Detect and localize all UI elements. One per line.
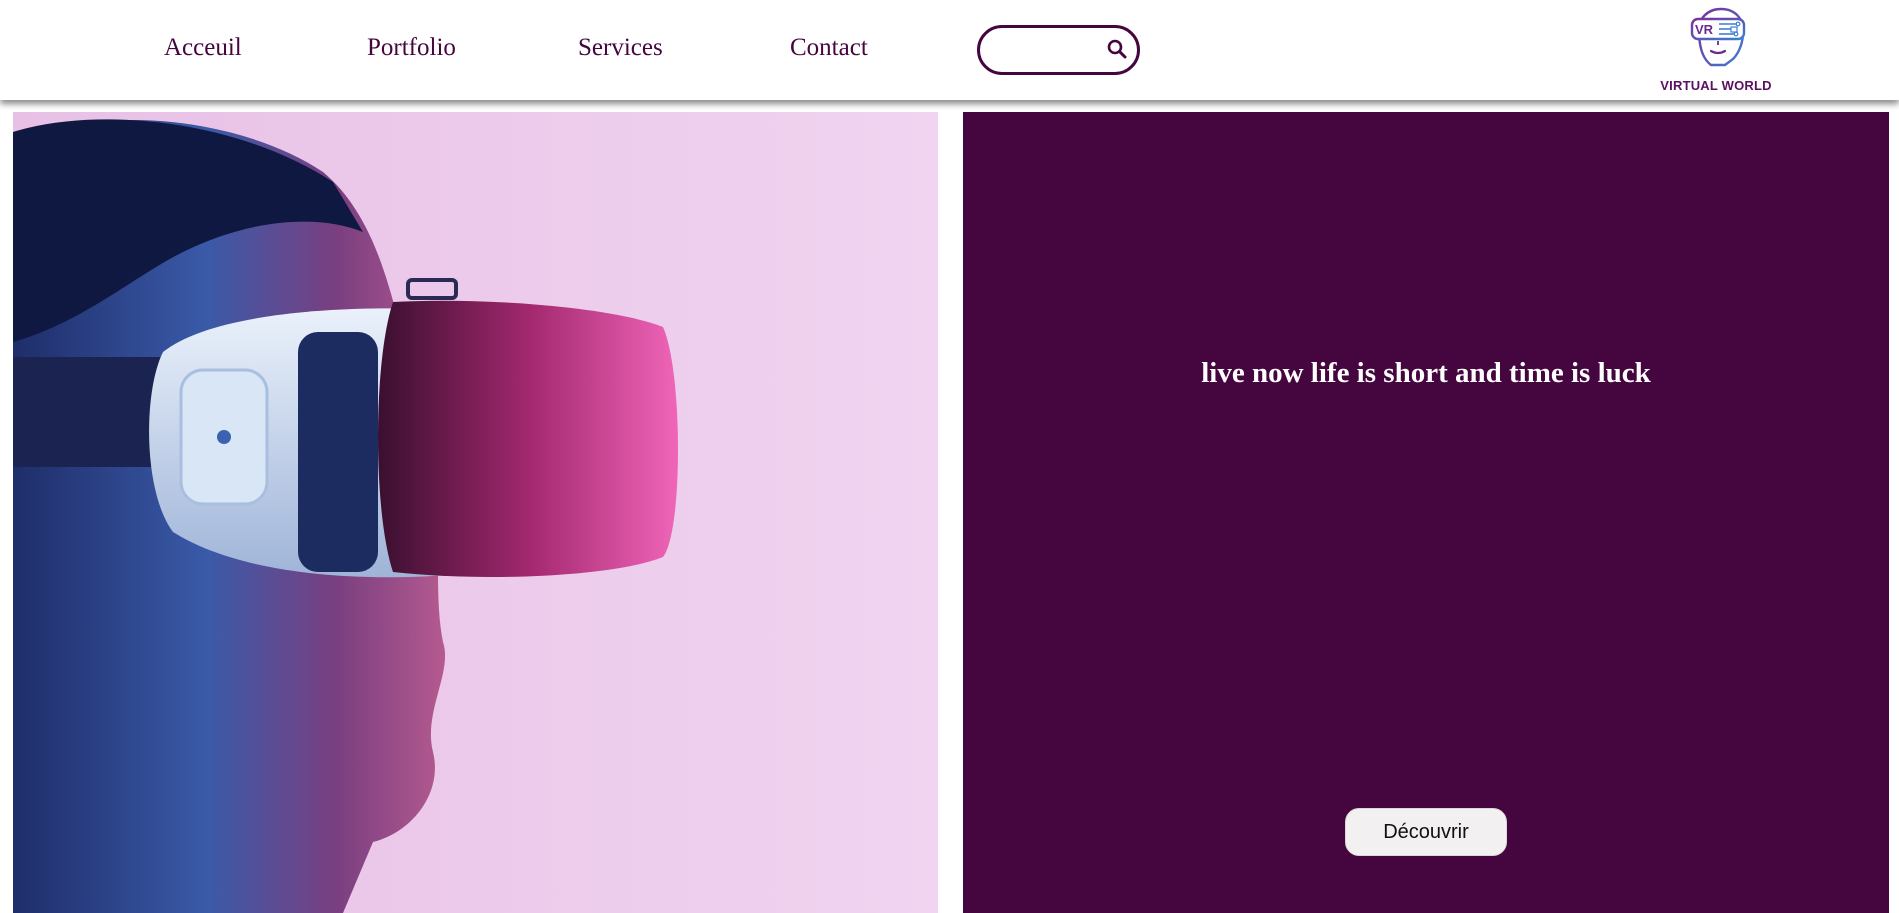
- search-icon[interactable]: [1105, 38, 1129, 62]
- logo-text: VIRTUAL WORLD: [1660, 78, 1772, 93]
- logo[interactable]: VR VIRTUAL WORLD: [1660, 5, 1772, 95]
- top-navbar: Acceuil Portfolio Services Contact VR VI…: [0, 0, 1899, 100]
- discover-button[interactable]: Découvrir: [1345, 808, 1507, 856]
- search-box: [977, 25, 1140, 75]
- nav-link-portfolio[interactable]: Portfolio: [367, 34, 456, 62]
- nav-link-contact[interactable]: Contact: [790, 34, 868, 62]
- logo-vr-text: VR: [1695, 22, 1714, 37]
- hero-tagline: live now life is short and time is luck: [1201, 357, 1651, 389]
- hero-panel: live now life is short and time is luck …: [963, 112, 1889, 913]
- nav-link-acceuil[interactable]: Acceuil: [164, 34, 242, 62]
- vr-person-photo: [13, 112, 938, 913]
- nav-link-services[interactable]: Services: [578, 34, 663, 62]
- hero-image: [13, 112, 938, 913]
- search-input[interactable]: [994, 37, 1099, 63]
- vr-headset-face-logo-icon: VR: [1690, 7, 1746, 67]
